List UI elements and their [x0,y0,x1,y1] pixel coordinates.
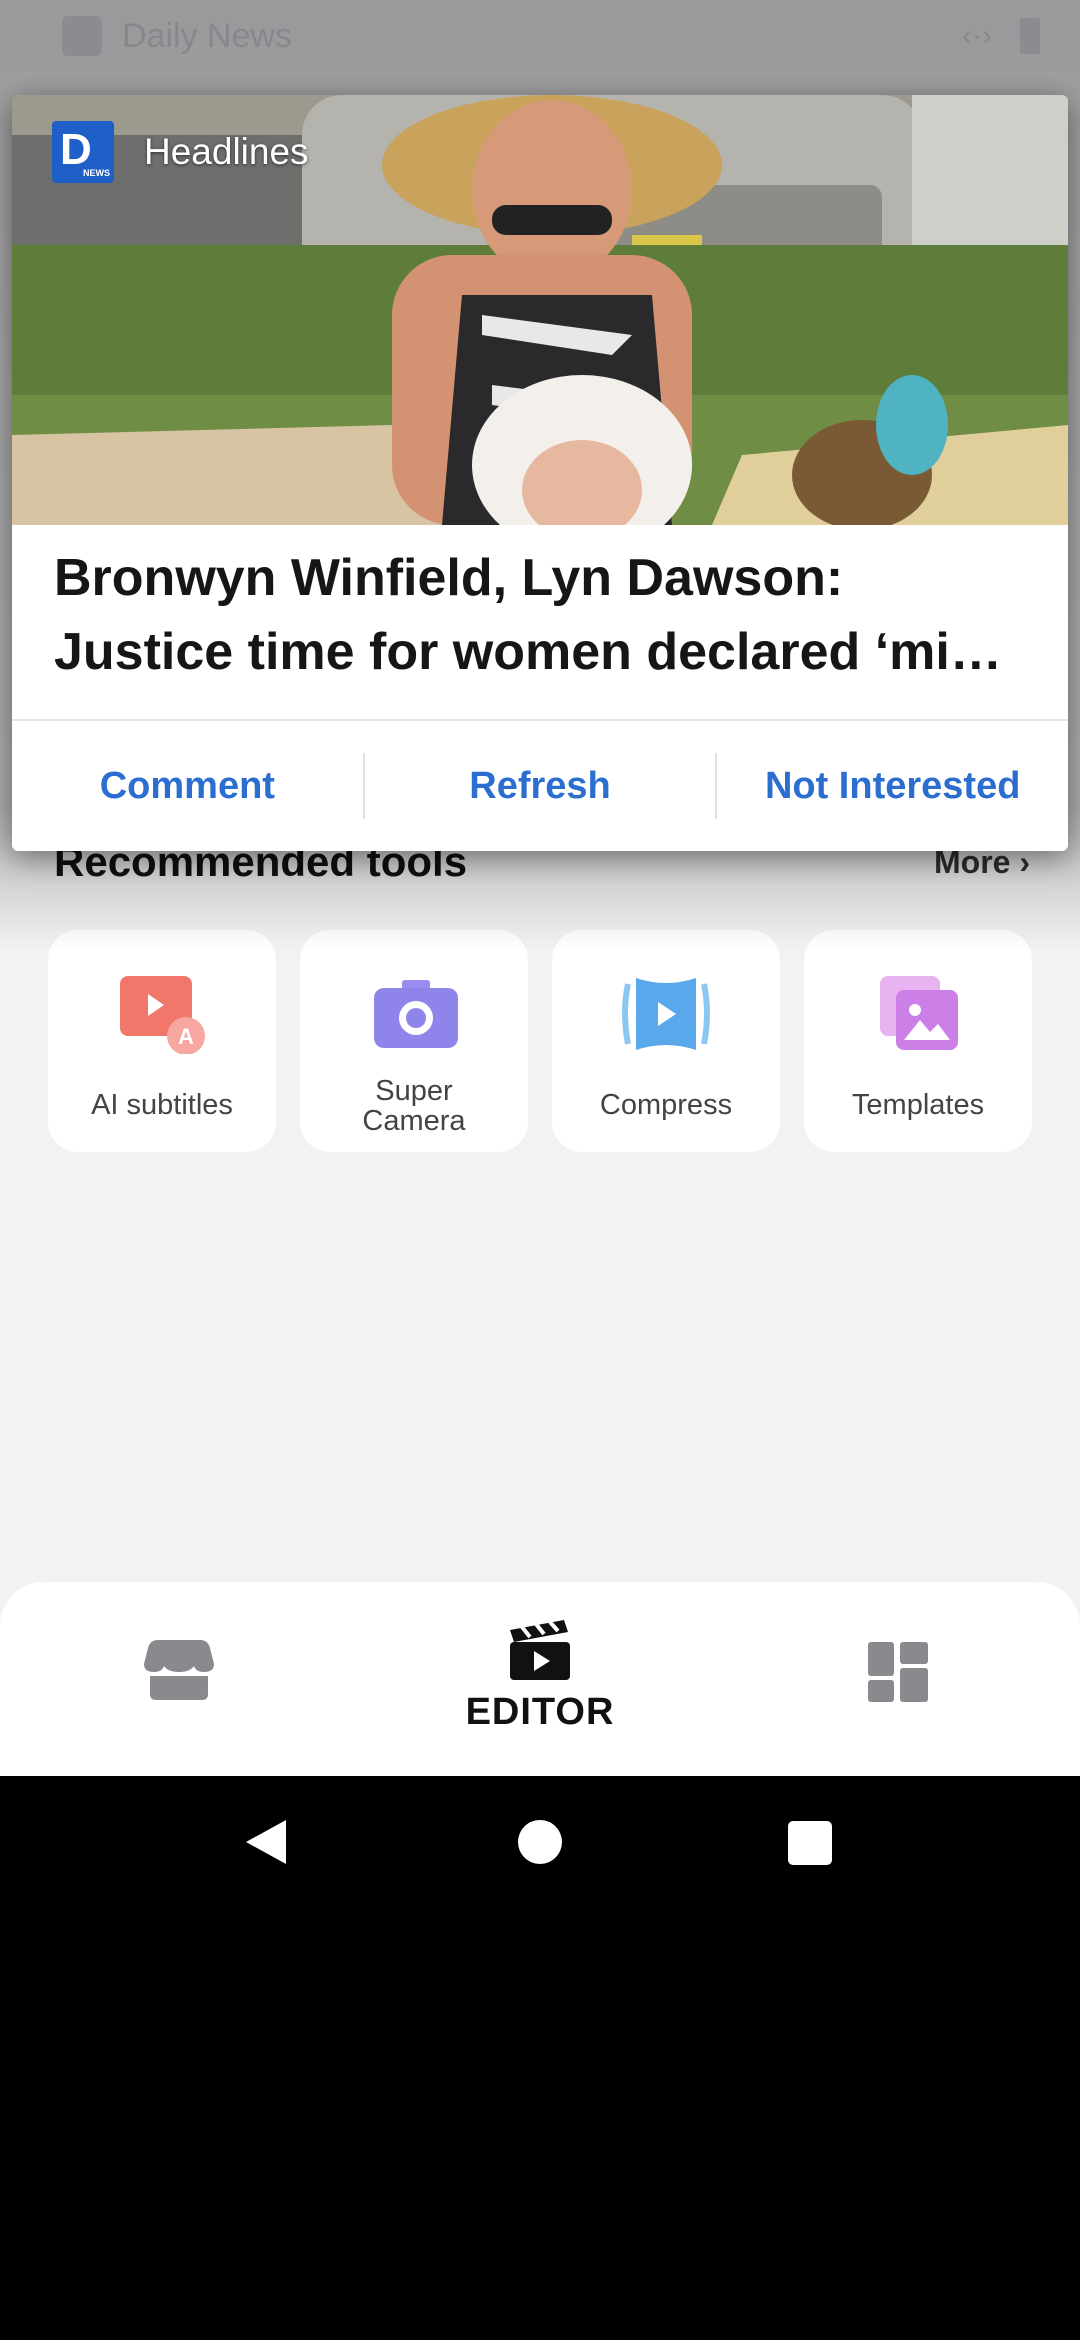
tool-super-camera[interactable]: Super Camera [300,930,528,1152]
editor-label: EDITOR [465,1691,615,1733]
system-navigation-bar [0,1776,1080,1916]
news-notification-card[interactable]: D NEWS Headlines Bronwyn Winfield, Lyn Da… [12,95,1068,851]
templates-icon [880,976,958,1050]
tool-label: Super Camera [362,1075,466,1137]
tool-ai-subtitles[interactable]: A AI subtitles [48,930,276,1152]
tools-row: A AI subtitles Super Camera Compress Tem… [48,930,1032,1152]
daily-news-logo-icon: D NEWS [52,121,114,183]
headline-line-2: Justice time for women declared ‘mi… [54,623,1002,681]
headline-line-1: Bronwyn Winfield, Lyn Dawson: [54,549,844,607]
bottom-navigation: EDITOR [0,1582,1080,1776]
refresh-button[interactable]: Refresh [365,721,716,851]
grid-icon [868,1642,928,1702]
not-interested-button[interactable]: Not Interested [717,721,1068,851]
store-icon [144,1640,214,1700]
nav-grid[interactable] [866,1640,930,1709]
recents-icon[interactable] [788,1821,832,1865]
tool-label: Compress [599,1089,733,1121]
status-app: Daily News [62,16,292,56]
status-app-name: Daily News [122,16,293,55]
nav-store[interactable] [142,1638,216,1707]
clapperboard-icon [510,1620,570,1680]
compress-icon [622,978,710,1050]
camera-icon [374,980,458,1048]
battery-icon [1020,18,1040,54]
card-header: D NEWS Headlines [52,121,309,183]
news-headline[interactable]: Bronwyn Winfield, Lyn Dawson: Justice ti… [54,541,1044,689]
card-actions: Comment Refresh Not Interested [12,721,1068,851]
nav-editor[interactable]: EDITOR [430,1618,650,1734]
tool-templates[interactable]: Templates [804,930,1032,1152]
tool-label: Templates [851,1089,985,1121]
tool-label: AI subtitles [91,1089,233,1121]
ai-subtitles-icon: A [120,976,205,1054]
headlines-label: Headlines [144,131,309,172]
status-bar: Daily News ‹·› [0,0,1080,72]
svg-text:A: A [178,1024,194,1049]
status-icons: ‹·› [962,18,1040,54]
back-icon[interactable] [242,1816,290,1868]
app-notification-icon [62,16,102,56]
app-screen: Daily News ‹·› Recommended tools More › … [0,0,1080,1776]
tool-compress[interactable]: Compress [552,930,780,1152]
comment-button[interactable]: Comment [12,721,363,851]
signal-icon: ‹·› [962,19,992,52]
home-icon[interactable] [518,1820,562,1864]
